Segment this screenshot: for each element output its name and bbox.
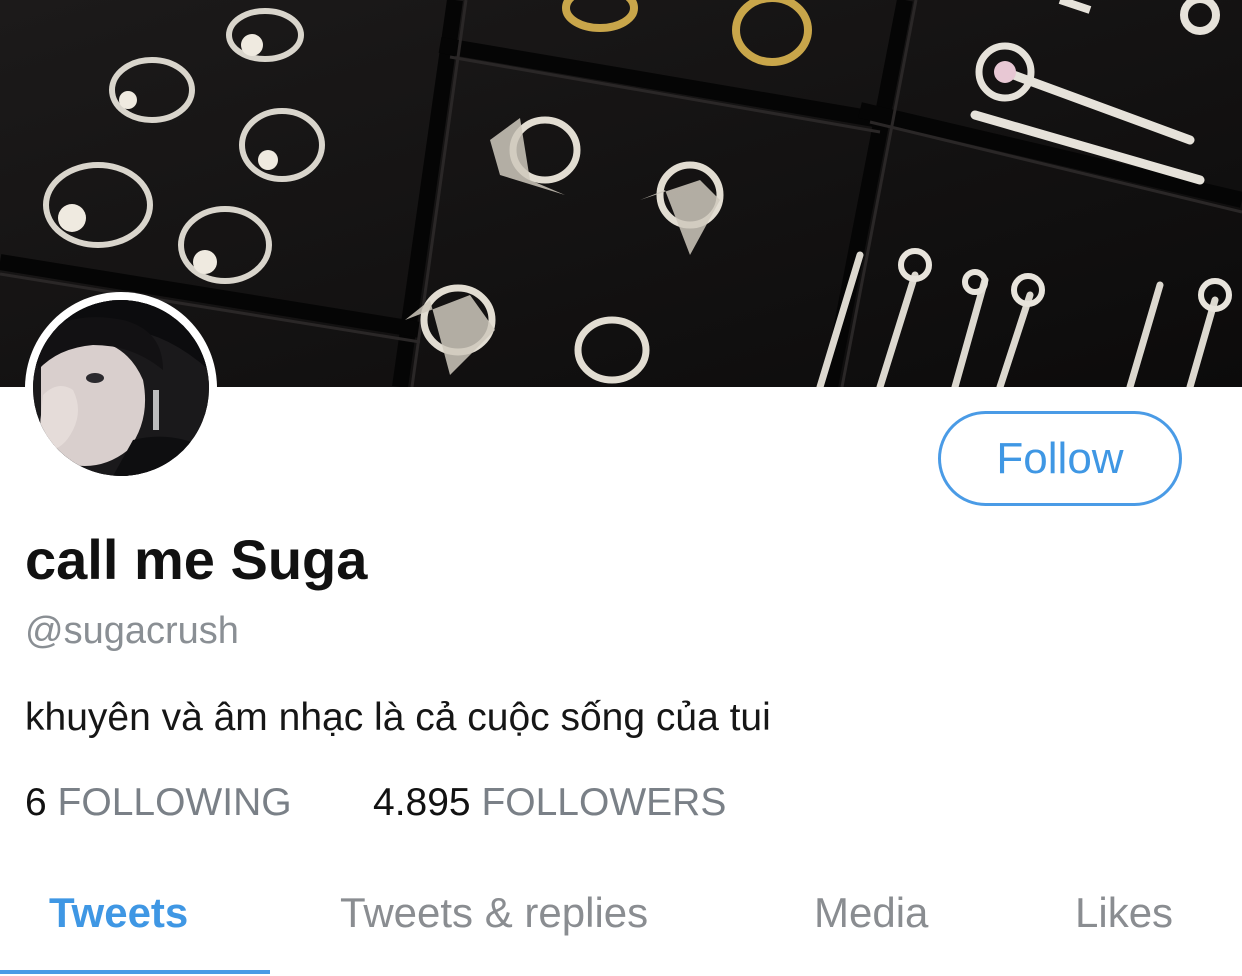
following-stat-link[interactable]: 6 FOLLOWING [25,778,292,828]
tab-tweets-and-replies[interactable]: Tweets & replies [340,862,648,972]
followers-label: FOLLOWERS [481,781,727,824]
profile-bio: khuyên và âm nhạc là cả cuộc sống của tu… [25,696,771,739]
follow-button[interactable]: Follow [938,411,1182,506]
following-count: 6 [25,781,47,824]
avatar-photo [33,300,209,476]
tab-media[interactable]: Media [814,862,928,972]
profile-avatar[interactable] [25,292,217,484]
profile-handle: @sugacrush [25,610,239,652]
followers-count: 4.895 [373,781,471,824]
tab-tweets[interactable]: Tweets [49,862,188,972]
profile-tab-bar: Tweets Tweets & replies Media Likes [0,862,1242,976]
following-label: FOLLOWING [57,781,292,824]
tab-likes[interactable]: Likes [1075,862,1173,972]
profile-display-name: call me Suga [25,528,368,591]
avatar-portrait-graphic [33,300,209,476]
active-tab-indicator [0,970,270,974]
followers-stat-link[interactable]: 4.895 FOLLOWERS [373,778,726,828]
